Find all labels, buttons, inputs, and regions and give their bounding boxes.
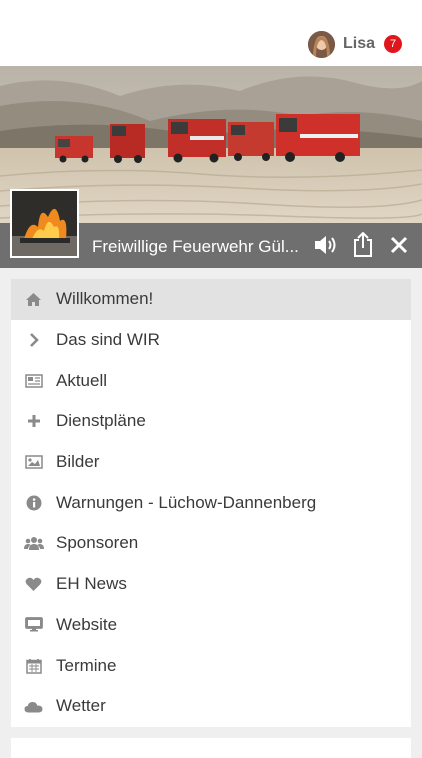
- navigation-menu: Willkommen! Das sind WIR Aktuell Dienstp…: [11, 279, 411, 727]
- newspaper-icon: [11, 373, 56, 388]
- menu-item-das-sind-wir[interactable]: Das sind WIR: [11, 320, 411, 361]
- speaker-icon[interactable]: [311, 230, 341, 260]
- top-bar: Lisa 7: [0, 0, 422, 66]
- heart-icon: [11, 577, 56, 592]
- menu-item-label: Dienstpläne: [56, 411, 146, 431]
- notification-badge[interactable]: 7: [384, 35, 402, 53]
- menu-item-willkommen[interactable]: Willkommen!: [11, 279, 411, 320]
- chevron-right-icon: [11, 332, 56, 348]
- menu-item-aktuell[interactable]: Aktuell: [11, 360, 411, 401]
- menu-item-warnungen[interactable]: Warnungen - Lüchow-Dannenberg: [11, 482, 411, 523]
- menu-item-wetter[interactable]: Wetter: [11, 686, 411, 727]
- user-menu[interactable]: Lisa 7: [307, 29, 402, 59]
- menu-item-label: Warnungen - Lüchow-Dannenberg: [56, 492, 317, 512]
- info-icon: [11, 495, 56, 511]
- menu-item-eh-news[interactable]: EH News: [11, 564, 411, 605]
- menu-item-dienstplaene[interactable]: Dienstpläne: [11, 401, 411, 442]
- calendar-icon: [11, 658, 56, 674]
- share-icon[interactable]: [348, 230, 378, 260]
- menu-item-label: Website: [56, 614, 118, 634]
- menu-item-label: EH News: [56, 574, 127, 594]
- image-icon: [11, 455, 56, 469]
- menu-item-bilder[interactable]: Bilder: [11, 442, 411, 483]
- menu-item-sponsoren[interactable]: Sponsoren: [11, 523, 411, 564]
- fire-thumbnail: [10, 189, 79, 258]
- menu-item-label: Termine: [56, 655, 117, 675]
- menu-item-label: Bilder: [56, 452, 100, 472]
- cloud-icon: [11, 700, 56, 713]
- avatar[interactable]: [307, 30, 335, 58]
- menu-item-website[interactable]: Website: [11, 605, 411, 646]
- next-section-card: [11, 738, 411, 758]
- group-icon: [11, 536, 56, 551]
- page-title: Freiwillige Feuerwehr Gül...: [92, 237, 299, 256]
- menu-item-label: Aktuell: [56, 370, 108, 390]
- user-name[interactable]: Lisa: [343, 35, 375, 53]
- menu-item-label: Willkommen!: [56, 289, 154, 309]
- menu-item-label: Das sind WIR: [56, 330, 160, 350]
- menu-item-label: Wetter: [56, 696, 106, 716]
- menu-item-termine[interactable]: Termine: [11, 645, 411, 686]
- home-icon: [11, 292, 56, 307]
- plus-icon: [11, 414, 56, 428]
- close-icon[interactable]: [384, 230, 414, 260]
- monitor-icon: [11, 617, 56, 632]
- menu-item-label: Sponsoren: [56, 533, 139, 553]
